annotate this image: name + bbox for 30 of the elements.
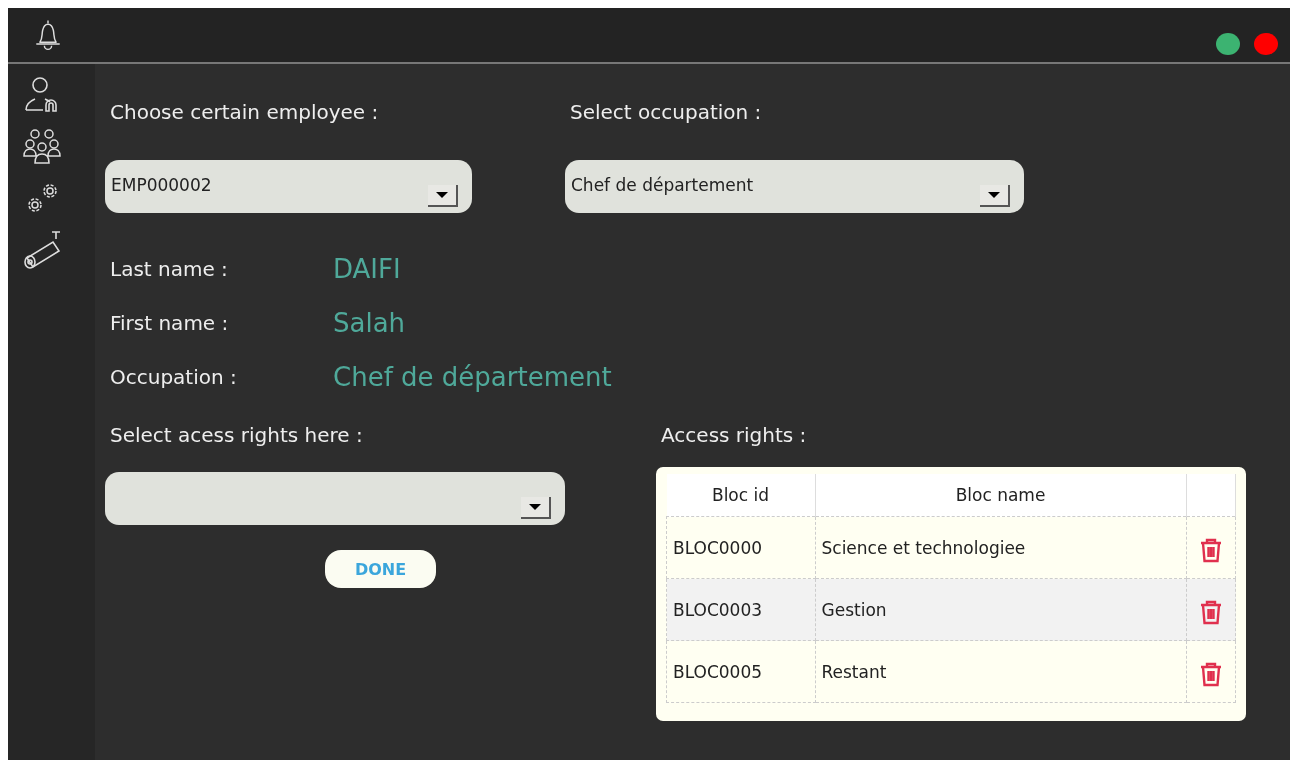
trash-icon[interactable]	[1198, 660, 1223, 687]
field-label: Select acess rights here :	[110, 422, 364, 449]
table-cell: BLOC0005	[666, 640, 815, 703]
section-label: Access rights :	[661, 422, 808, 449]
camera-icon[interactable]	[22, 230, 62, 270]
trash-icon[interactable]	[1198, 536, 1223, 563]
occupation-dropdown[interactable]: Chef de département	[565, 160, 1024, 213]
table-row[interactable]: BLOC0005 Restant	[666, 640, 1236, 703]
column-header: Bloc name	[815, 474, 1186, 517]
status-dot[interactable]	[1254, 33, 1278, 55]
table-cell: BLOC0000	[666, 516, 815, 579]
table-cell: BLOC0003	[666, 578, 815, 641]
employee-dropdown[interactable]: EMP000002	[105, 160, 472, 213]
field-label: Select occupation :	[570, 99, 763, 126]
trash-icon[interactable]	[1198, 598, 1223, 625]
column-header: Bloc id	[666, 474, 815, 517]
status-dot[interactable]	[1216, 33, 1240, 55]
field-label: Last name :	[110, 257, 229, 281]
table-row[interactable]: BLOC0003 Gestion	[666, 578, 1236, 641]
table-cell: Science et technologiee	[815, 516, 1186, 579]
field-value: Salah	[333, 308, 406, 338]
table-row[interactable]: BLOC0000 Science et technologiee	[666, 516, 1236, 579]
field-value: Chef de département	[333, 362, 612, 392]
group-icon[interactable]	[22, 126, 62, 166]
field-label: Occupation :	[110, 365, 238, 389]
field-label: First name :	[110, 311, 230, 335]
table-cell: Restant	[815, 640, 1186, 703]
field-value: DAIFI	[333, 254, 401, 284]
table-cell: Gestion	[815, 578, 1186, 641]
field-label: Choose certain employee :	[110, 99, 380, 126]
